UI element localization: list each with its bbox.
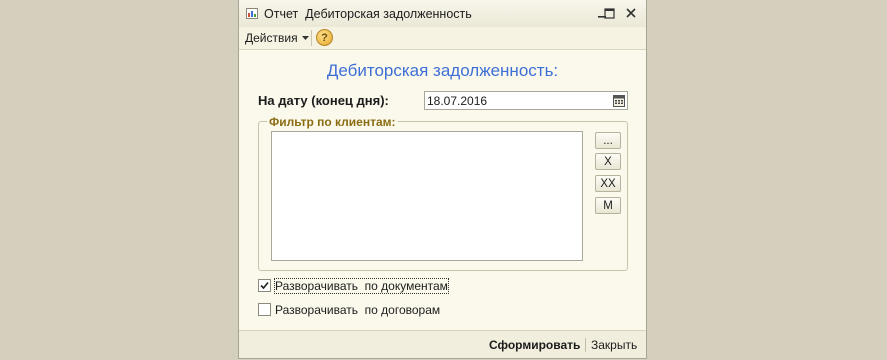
help-button[interactable]: ? [316, 29, 333, 46]
clear-selected-button[interactable]: X [595, 153, 621, 170]
expand-by-contracts-label[interactable]: Разворачивать по договорам [275, 303, 440, 317]
date-input[interactable] [427, 93, 607, 108]
date-field[interactable] [424, 91, 628, 110]
help-icon: ? [321, 31, 328, 44]
select-clients-button[interactable]: ... [595, 132, 621, 149]
date-label: На дату (конец дня): [258, 93, 389, 108]
toolbar-separator [311, 30, 312, 46]
close-button[interactable]: Закрыть [591, 338, 637, 352]
close-icon [626, 8, 636, 18]
expand-by-contracts-checkbox[interactable] [258, 303, 271, 316]
toolbar: Действия ? [239, 27, 646, 50]
client-filter-group: Фильтр по клиентам: ... X XX M [258, 115, 628, 271]
actions-menu-button[interactable]: Действия [245, 30, 309, 46]
title-bar[interactable]: Отчет Дебиторская задолженность [239, 0, 646, 28]
m-button[interactable]: M [595, 197, 621, 214]
expand-by-documents-label[interactable]: Разворачивать по документам [274, 277, 449, 294]
maximize-button[interactable] [601, 5, 617, 21]
footer-separator [585, 338, 586, 352]
checkmark-icon [260, 281, 269, 290]
calendar-button[interactable] [611, 93, 626, 108]
expand-by-documents-checkbox[interactable] [258, 279, 271, 292]
expand-by-contracts-option[interactable]: Разворачивать по договорам [258, 302, 440, 317]
calendar-icon [612, 94, 625, 107]
client-filter-list[interactable] [271, 131, 583, 261]
clear-all-button[interactable]: XX [595, 175, 621, 192]
window-title: Отчет Дебиторская задолженность [264, 7, 472, 21]
bottom-button-bar: Сформировать Закрыть [239, 330, 646, 358]
window-close-button[interactable] [623, 5, 639, 21]
filter-group-label: Фильтр по клиентам: [267, 115, 398, 129]
report-window: Отчет Дебиторская задолженность Действия [238, 0, 647, 359]
form-heading: Дебиторская задолженность: [326, 61, 559, 80]
generate-button[interactable]: Сформировать [489, 338, 580, 352]
expand-by-documents-option[interactable]: Разворачивать по документам [258, 277, 449, 294]
actions-label: Действия [245, 31, 298, 45]
dropdown-arrow-icon [301, 36, 309, 40]
report-icon [246, 8, 258, 19]
maximize-icon [603, 7, 615, 19]
